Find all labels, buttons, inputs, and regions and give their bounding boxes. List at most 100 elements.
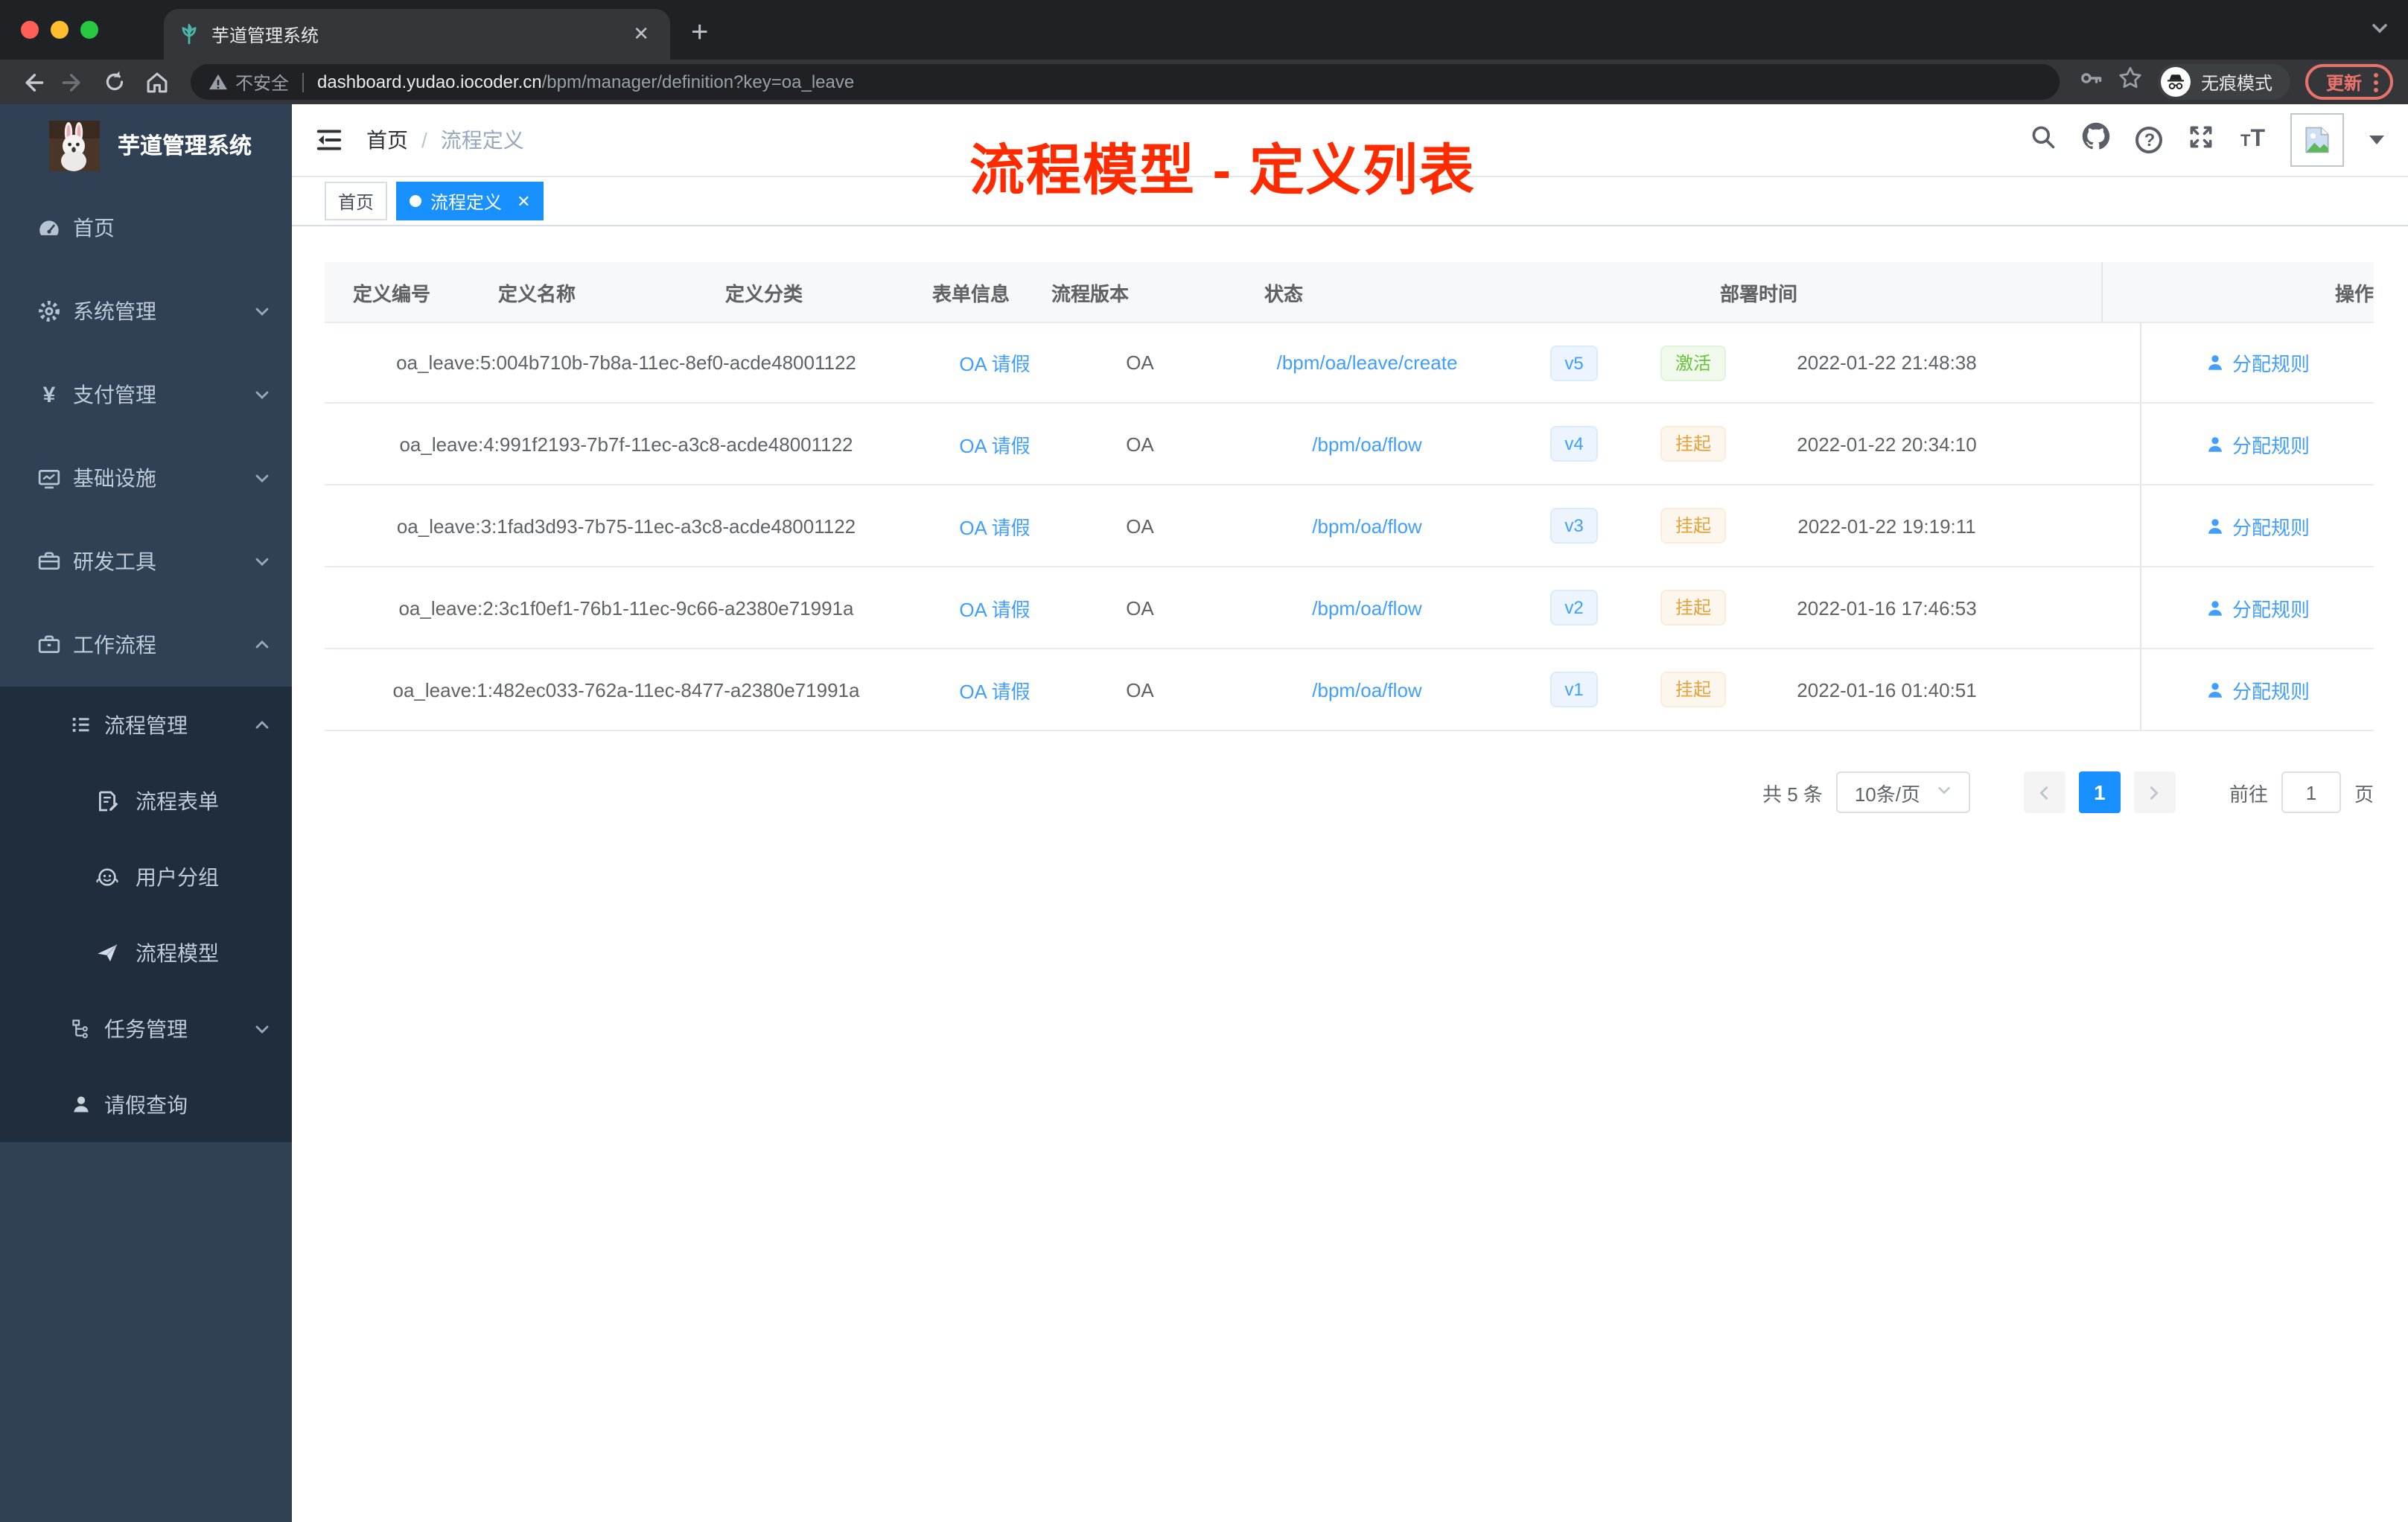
assign-rule-link[interactable]: 分配规则 (2205, 675, 2310, 704)
browser-tab[interactable]: 芋道管理系统 ✕ (164, 9, 670, 60)
avatar[interactable] (2290, 113, 2344, 167)
cell-deploy-time: 2022-01-22 19:19:11 (1797, 515, 1976, 537)
sidebar-item-label: 流程表单 (136, 789, 219, 812)
app-title: 芋道管理系统 (118, 134, 252, 159)
form-info-link[interactable]: /bpm/oa/leave/create (1277, 351, 1458, 374)
cell-category: OA (1126, 596, 1154, 619)
sidebar-item-label: 用户分组 (136, 865, 219, 888)
cell-definition-id: oa_leave:5:004b710b-7b8a-11ec-8ef0-acde4… (396, 351, 856, 374)
page-title-annotation: 流程模型 - 定义列表 (969, 140, 1476, 201)
sidebar-item-label: 支付管理 (73, 383, 156, 407)
definition-name-link[interactable]: OA 请假 (959, 348, 1030, 377)
key-icon[interactable] (2077, 66, 2103, 98)
form-info-link[interactable]: /bpm/oa/flow (1312, 433, 1421, 455)
chevron-down-icon (253, 386, 271, 404)
insecure-warning[interactable]: 不安全 (208, 69, 289, 95)
sidebar-item-task-mgmt[interactable]: 任务管理 (0, 990, 292, 1066)
paper-plane-icon (95, 940, 119, 964)
definition-name-link[interactable]: OA 请假 (959, 675, 1030, 704)
form-edit-icon (95, 789, 119, 812)
breadcrumb-home[interactable]: 首页 (366, 125, 408, 155)
form-info-link[interactable]: /bpm/oa/flow (1312, 596, 1421, 619)
tag-close-icon[interactable]: ✕ (517, 191, 530, 211)
version-badge: v3 (1549, 508, 1599, 544)
definition-name-link[interactable]: OA 请假 (959, 430, 1030, 458)
back-icon[interactable] (15, 69, 48, 95)
sidebar-item-infra[interactable]: 基础设施 (0, 436, 292, 520)
next-page-button[interactable] (2133, 771, 2176, 813)
tag-active[interactable]: 流程定义 ✕ (396, 182, 544, 220)
yen-icon: ¥ (42, 382, 56, 407)
form-info-link[interactable]: /bpm/oa/flow (1312, 515, 1421, 537)
assign-rule-link[interactable]: 分配规则 (2205, 430, 2310, 458)
new-tab-button[interactable]: + (691, 16, 708, 51)
sidebar-item-workflow[interactable]: 工作流程 (0, 603, 292, 687)
sidebar-item-label: 首页 (73, 216, 115, 240)
tree-icon (69, 1017, 92, 1039)
sidebar-item-process-mgmt[interactable]: 流程管理 (0, 687, 292, 762)
sidebar-logo[interactable]: 芋道管理系统 (0, 104, 292, 186)
sidebar-item-label: 流程管理 (104, 713, 188, 736)
assign-rule-link[interactable]: 分配规则 (2205, 348, 2310, 377)
cell-category: OA (1126, 433, 1154, 455)
tab-close-icon[interactable]: ✕ (627, 22, 655, 46)
robot-face-icon (95, 865, 119, 888)
browser-update-button[interactable]: 更新 (2305, 64, 2393, 100)
github-icon[interactable] (2083, 122, 2111, 158)
table-header-cell: 定义名称 (497, 282, 576, 305)
prev-page-button[interactable] (2023, 771, 2065, 813)
definition-name-link[interactable]: OA 请假 (959, 512, 1030, 540)
sidebar-item-payment[interactable]: ¥ 支付管理 (0, 353, 292, 436)
sidebar-item-system[interactable]: 系统管理 (0, 270, 292, 353)
definition-name-link[interactable]: OA 请假 (959, 593, 1030, 622)
tag-home[interactable]: 首页 (325, 182, 388, 220)
page-number-button[interactable]: 1 (2078, 771, 2121, 813)
insecure-label: 不安全 (235, 72, 290, 93)
page-size-select[interactable]: 10条/页 (1835, 771, 1970, 813)
update-label: 更新 (2325, 72, 2362, 93)
table-row: oa_leave:4:991f2193-7b7f-11ec-a3c8-acde4… (325, 404, 2374, 485)
help-icon[interactable]: ? (2135, 127, 2163, 153)
table-row: oa_leave:1:482ec033-762a-11ec-8477-a2380… (325, 649, 2374, 731)
chevron-down-icon (253, 469, 271, 487)
incognito-badge: 无痕模式 (2157, 64, 2290, 100)
person-icon (2208, 355, 2223, 370)
user-menu-caret-icon[interactable] (2369, 136, 2384, 144)
sidebar-item-label: 研发工具 (73, 550, 156, 573)
person-icon (2208, 600, 2223, 615)
close-window-button[interactable] (21, 21, 39, 39)
goto-page-input[interactable]: 1 (2281, 771, 2341, 813)
gear-icon (37, 299, 61, 323)
sidebar-item-process-form[interactable]: 流程表单 (0, 762, 292, 838)
cell-definition-id: oa_leave:3:1fad3d93-7b75-11ec-a3c8-acde4… (396, 515, 856, 537)
browser-menu-icon[interactable] (2374, 72, 2378, 92)
assign-rule-link[interactable]: 分配规则 (2205, 512, 2310, 540)
hamburger-icon[interactable] (316, 128, 343, 152)
sidebar-item-user-group[interactable]: 用户分组 (0, 838, 292, 914)
fullscreen-icon[interactable] (2188, 123, 2215, 157)
minimize-window-button[interactable] (51, 21, 69, 39)
sidebar-item-devtools[interactable]: 研发工具 (0, 520, 292, 603)
list-icon (69, 713, 92, 736)
sidebar-item-process-model[interactable]: 流程模型 (0, 914, 292, 990)
status-badge: 挂起 (1660, 508, 1726, 544)
home-icon[interactable] (140, 69, 173, 95)
address-bar[interactable]: 不安全 dashboard.yudao.iocoder.cn/bpm/manag… (191, 64, 2060, 100)
briefcase-icon (37, 633, 61, 657)
table-row: oa_leave:3:1fad3d93-7b75-11ec-a3c8-acde4… (325, 485, 2374, 567)
assign-rule-link[interactable]: 分配规则 (2205, 593, 2310, 622)
search-icon[interactable] (2030, 123, 2057, 157)
cell-deploy-time: 2022-01-16 17:46:53 (1797, 596, 1977, 619)
sidebar-item-home[interactable]: 首页 (0, 186, 292, 270)
bookmark-star-icon[interactable] (2118, 66, 2143, 98)
tab-search-chevron-icon[interactable] (2369, 18, 2390, 46)
reload-icon[interactable] (98, 70, 131, 94)
window-controls[interactable] (21, 21, 98, 39)
form-info-link[interactable]: /bpm/oa/flow (1312, 678, 1421, 701)
forward-icon[interactable] (57, 69, 89, 95)
status-badge: 挂起 (1660, 590, 1726, 625)
font-size-icon[interactable]: TT (2240, 127, 2265, 153)
sidebar-item-leave-query[interactable]: 请假查询 (0, 1066, 292, 1142)
maximize-window-button[interactable] (80, 21, 98, 39)
sidebar-item-label: 流程模型 (136, 940, 219, 964)
